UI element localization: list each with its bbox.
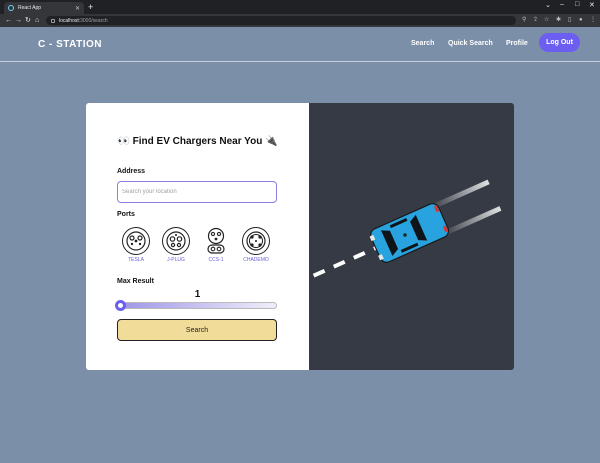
port-option-tesla[interactable]: TESLA bbox=[121, 227, 151, 263]
address-label: Address bbox=[117, 168, 146, 175]
illustration-panel bbox=[309, 103, 514, 370]
j-plug-icon bbox=[162, 227, 190, 255]
search-card: 👀 Find EV Chargers Near You 🔌 Address Po… bbox=[86, 103, 514, 370]
home-icon[interactable]: ⌂ bbox=[35, 16, 39, 25]
ports-label: Ports bbox=[117, 211, 135, 218]
reload-icon[interactable]: ↻ bbox=[25, 16, 31, 25]
logout-button[interactable]: Log Out bbox=[539, 33, 580, 52]
address-input[interactable] bbox=[117, 181, 277, 203]
port-option-chademo[interactable]: CHADEMO bbox=[241, 227, 271, 263]
browser-toolbar: ← → ↻ ⌂ localhost:3000/search ⚲ ⇪ ☆ ✱ ▯ … bbox=[0, 14, 600, 27]
tab-title: React App bbox=[18, 5, 42, 11]
max-result-label: Max Result bbox=[117, 278, 154, 285]
motion-trail bbox=[444, 206, 502, 236]
car-illustration bbox=[312, 179, 502, 278]
maximize-icon[interactable]: □ bbox=[575, 1, 579, 8]
address-bar[interactable]: localhost:3000/search bbox=[46, 16, 516, 25]
zoom-icon[interactable]: ⚲ bbox=[522, 16, 526, 25]
nav-search[interactable]: Search bbox=[411, 40, 434, 47]
port-label: CHADEMO bbox=[243, 257, 269, 263]
back-icon[interactable]: ← bbox=[5, 16, 12, 25]
car-icon bbox=[369, 203, 450, 263]
motion-trail bbox=[432, 179, 490, 209]
search-button[interactable]: Search bbox=[117, 319, 277, 341]
search-form-panel: 👀 Find EV Chargers Near You 🔌 Address Po… bbox=[86, 103, 309, 370]
form-heading: 👀 Find EV Chargers Near You 🔌 bbox=[117, 136, 278, 147]
tab-close-icon[interactable]: ✕ bbox=[75, 5, 80, 12]
menu-icon[interactable]: ⋮ bbox=[590, 16, 596, 25]
tesla-plug-icon bbox=[122, 227, 150, 255]
browser-tab[interactable]: React App ✕ bbox=[4, 2, 84, 14]
app-header: C - STATION Search Quick Search Profile … bbox=[0, 27, 600, 62]
port-label: TESLA bbox=[128, 257, 144, 263]
new-tab-button[interactable]: + bbox=[88, 2, 93, 12]
max-result-value: 1 bbox=[194, 289, 201, 300]
tab-search-icon[interactable]: ⌄ bbox=[545, 1, 551, 9]
sidepanel-icon[interactable]: ▯ bbox=[568, 16, 571, 25]
nav-profile[interactable]: Profile bbox=[506, 40, 528, 47]
slider-thumb[interactable] bbox=[115, 300, 126, 311]
app-logo[interactable]: C - STATION bbox=[38, 39, 102, 50]
ccs-1-plug-icon bbox=[202, 227, 230, 255]
port-option-ccs-1[interactable]: CCS-1 bbox=[201, 227, 231, 263]
minimize-icon[interactable]: – bbox=[560, 1, 564, 8]
port-label: CCS-1 bbox=[208, 257, 224, 263]
browser-tabbar: React App ✕ + ⌄ – □ ✕ bbox=[0, 0, 600, 14]
nav-quick-search[interactable]: Quick Search bbox=[448, 40, 493, 47]
bookmark-star-icon[interactable]: ☆ bbox=[544, 16, 549, 25]
port-option-j-plug[interactable]: J-PLUG bbox=[161, 227, 191, 263]
react-favicon-icon bbox=[8, 5, 14, 11]
port-label: J-PLUG bbox=[167, 257, 185, 263]
share-icon[interactable]: ⇪ bbox=[533, 16, 538, 25]
profile-icon[interactable]: ● bbox=[579, 16, 583, 25]
max-result-slider[interactable] bbox=[117, 302, 277, 309]
forward-icon[interactable]: → bbox=[15, 16, 22, 25]
url-text: localhost:3000/search bbox=[59, 17, 108, 24]
chademo-plug-icon bbox=[242, 227, 270, 255]
extensions-icon[interactable]: ✱ bbox=[556, 16, 561, 25]
window-close-icon[interactable]: ✕ bbox=[589, 1, 595, 9]
site-info-icon[interactable] bbox=[51, 18, 55, 23]
